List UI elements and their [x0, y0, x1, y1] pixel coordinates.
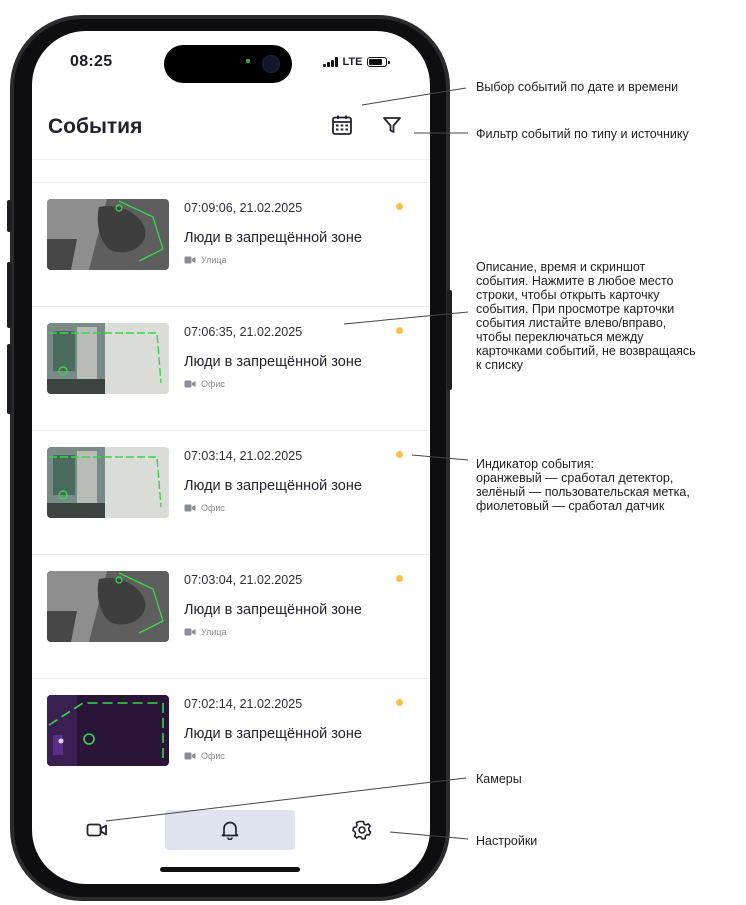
leader-line-settings	[389, 831, 469, 840]
annotation-settings: Настройки	[476, 834, 538, 848]
annotation-date-filter: Выбор событий по дате и времени	[476, 80, 679, 94]
leader-line-cameras	[105, 777, 467, 822]
annotation-type-filter: Фильтр событий по типу и источнику	[476, 127, 689, 141]
annotation-description: Описание, время и скриншот события. Нажм…	[476, 260, 696, 372]
leader-line-indicator	[411, 454, 469, 461]
annotation-indicator: Индикатор события: оранжевый — сработал …	[476, 457, 690, 513]
leader-line-date	[361, 87, 467, 106]
annotation-cameras: Камеры	[476, 772, 522, 786]
leader-line-description	[343, 311, 469, 325]
